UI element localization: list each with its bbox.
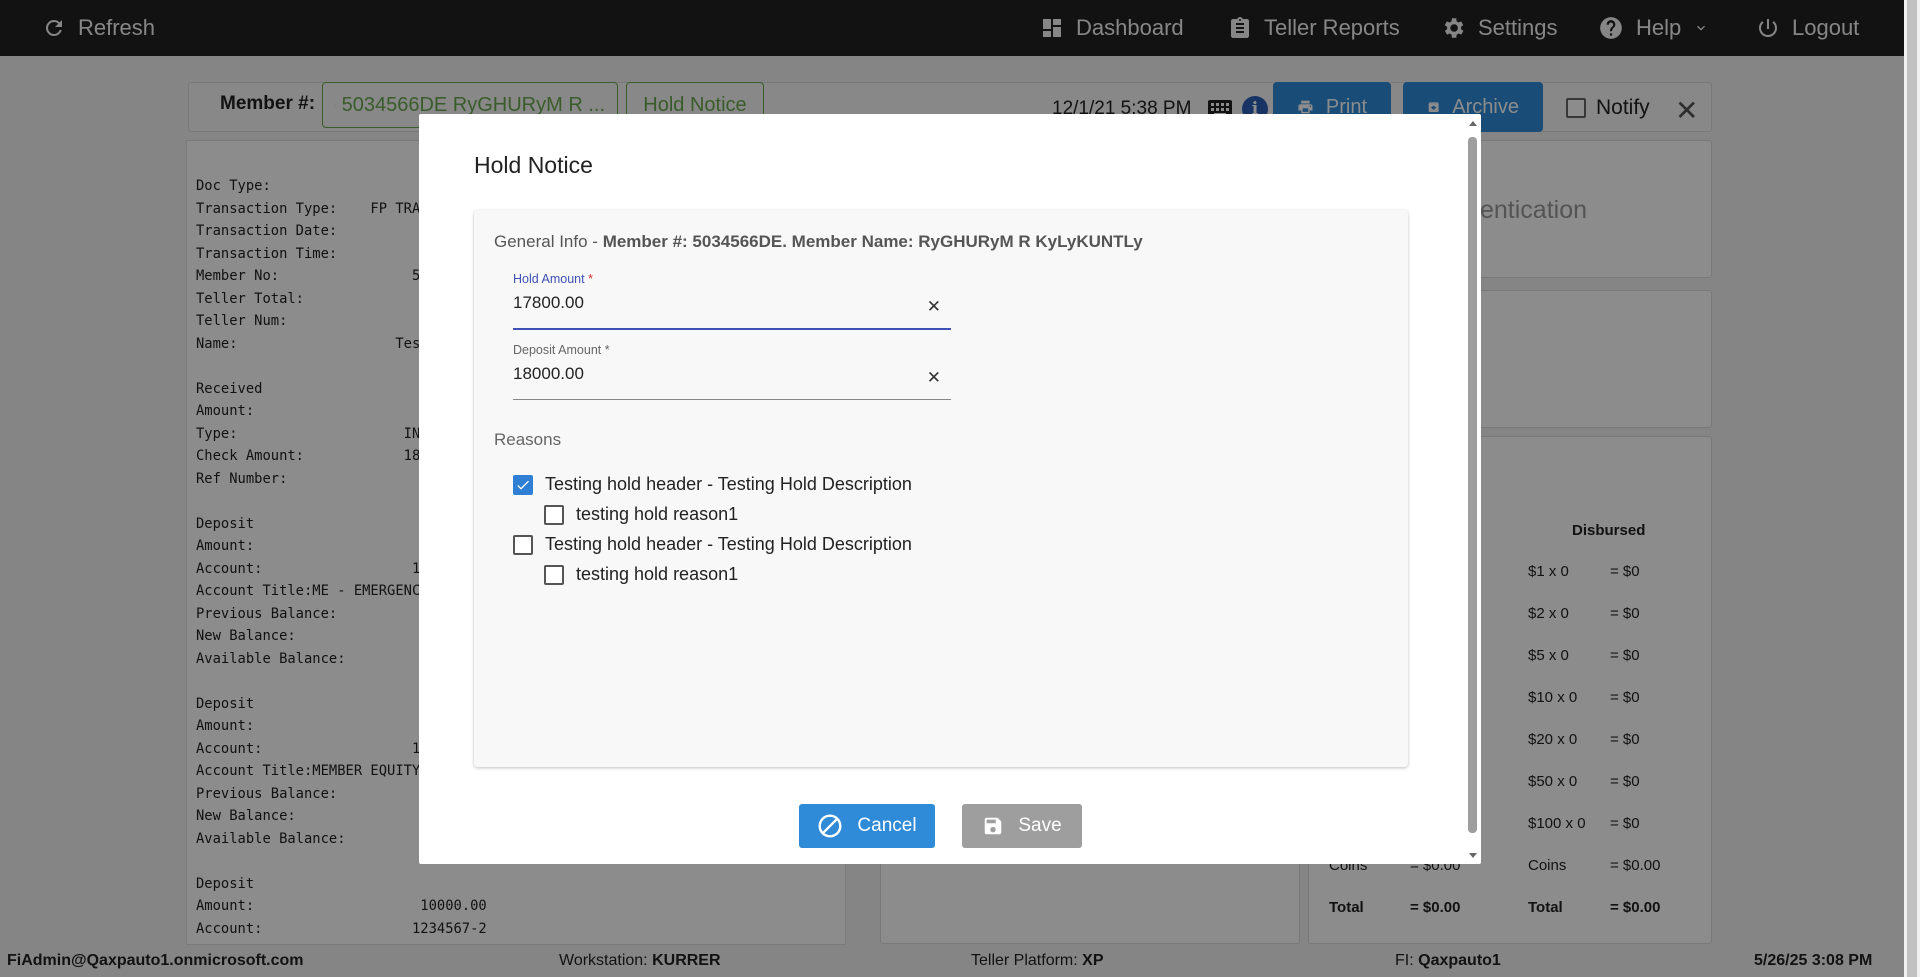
clear-deposit-amount-icon[interactable]: ✕ xyxy=(927,368,941,388)
save-label: Save xyxy=(1018,815,1062,836)
cancel-button[interactable]: Cancel xyxy=(799,804,935,848)
hold-notice-form-card: General Info - Member #: 5034566DE. Memb… xyxy=(474,210,1408,767)
reason-sub-2[interactable]: testing hold reason1 xyxy=(544,564,738,585)
clear-hold-amount-icon[interactable]: ✕ xyxy=(927,297,941,317)
hold-amount-label-text: Hold Amount xyxy=(513,272,585,286)
general-info-detail: Member #: 5034566DE. Member Name: RyGHUR… xyxy=(602,232,1143,251)
hold-amount-field[interactable]: Hold Amount * ✕ xyxy=(513,272,951,330)
save-button[interactable]: Save xyxy=(962,804,1082,848)
reason-sub-2-checkbox[interactable] xyxy=(544,564,564,585)
cancel-icon xyxy=(818,814,842,838)
checkmark-icon xyxy=(517,480,529,490)
cancel-label: Cancel xyxy=(857,815,917,836)
hold-amount-underline xyxy=(513,328,951,330)
reason-header-2-checkbox[interactable] xyxy=(513,534,533,555)
required-mark: * xyxy=(588,272,593,286)
hold-notice-dialog: Hold Notice General Info - Member #: 503… xyxy=(419,114,1481,864)
deposit-amount-field[interactable]: Deposit Amount * ✕ xyxy=(513,343,951,401)
page-scrollbar-thumb[interactable] xyxy=(1907,0,1917,977)
reason-header-2[interactable]: Testing hold header - Testing Hold Descr… xyxy=(513,534,912,555)
reasons-title: Reasons xyxy=(494,430,562,449)
dialog-scrollbar-thumb[interactable] xyxy=(1468,137,1477,833)
deposit-amount-underline xyxy=(513,399,951,400)
reason-header-2-label: Testing hold header - Testing Hold Descr… xyxy=(545,534,912,554)
reason-header-1-label: Testing hold header - Testing Hold Descr… xyxy=(545,474,912,494)
deposit-amount-input[interactable] xyxy=(513,364,913,384)
general-info-prefix: General Info - xyxy=(494,232,598,251)
reason-sub-1-checkbox[interactable] xyxy=(544,504,564,525)
hold-amount-input[interactable] xyxy=(513,293,913,313)
floppy-disk-icon xyxy=(985,817,1002,835)
reason-sub-1[interactable]: testing hold reason1 xyxy=(544,504,738,525)
reason-sub-1-label: testing hold reason1 xyxy=(576,504,739,524)
general-info-line: General Info - Member #: 5034566DE. Memb… xyxy=(494,232,1143,252)
reason-header-1-checkbox[interactable] xyxy=(513,474,533,495)
reason-header-1[interactable]: Testing hold header - Testing Hold Descr… xyxy=(513,474,912,495)
deposit-amount-label-text: Deposit Amount xyxy=(513,343,602,357)
reason-sub-2-label: testing hold reason1 xyxy=(576,564,739,584)
hold-amount-label: Hold Amount * xyxy=(513,272,951,286)
required-mark: * xyxy=(604,343,610,357)
deposit-amount-label: Deposit Amount * xyxy=(513,343,951,357)
dialog-title: Hold Notice xyxy=(474,152,593,178)
